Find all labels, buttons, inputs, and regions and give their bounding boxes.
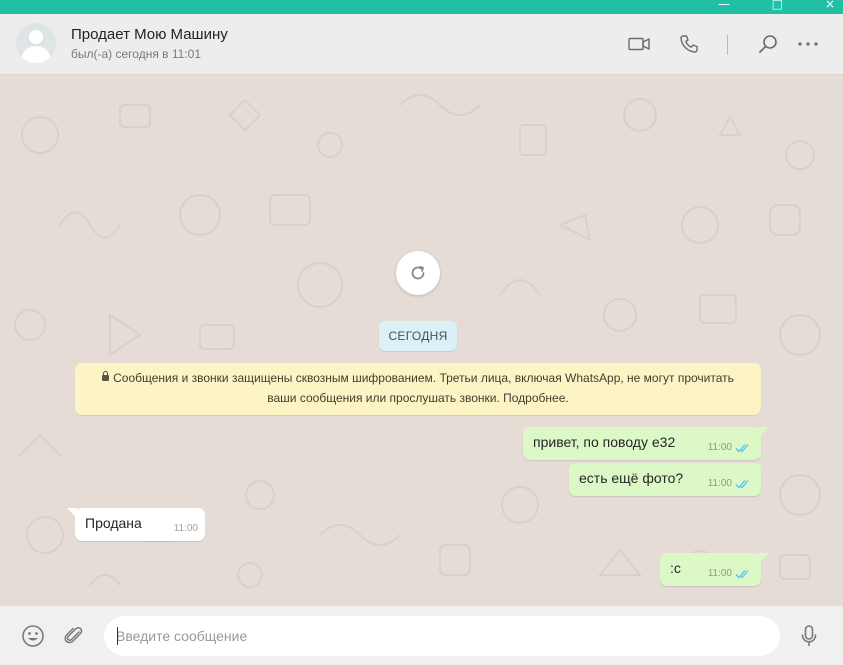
message-time: 11:00 [173, 523, 198, 534]
bubble-tail [759, 427, 769, 437]
lock-icon [102, 371, 110, 381]
message-bubble-outgoing[interactable]: есть ещё фото? 11:00 [569, 463, 761, 496]
chat-header[interactable]: Продает Мою Машину был(-а) сегодня в 11:… [0, 14, 843, 75]
contact-name[interactable]: Продает Мою Машину [71, 26, 228, 43]
avatar[interactable] [16, 23, 56, 63]
encryption-notice[interactable]: Сообщения и звонки защищены сквозным шиф… [75, 363, 761, 415]
message-bubble-outgoing[interactable]: привет, по поводу е32 11:00 [523, 427, 769, 460]
window-title-bar: — □ × [0, 0, 843, 14]
double-check-read-icon [735, 443, 749, 452]
message-time: 11:00 [707, 442, 732, 453]
close-window-button[interactable]: × [825, 0, 835, 11]
message-input[interactable] [104, 616, 780, 656]
voice-call-icon[interactable] [677, 32, 701, 56]
bubble-tail [67, 508, 77, 518]
encryption-notice-line1: Сообщения и звонки защищены сквозным шиф… [113, 371, 734, 385]
text-cursor [117, 627, 118, 645]
avatar-body-shape [22, 46, 50, 63]
avatar-head-shape [29, 30, 43, 44]
video-call-icon[interactable] [627, 32, 651, 56]
menu-icon[interactable] [796, 32, 820, 56]
search-icon[interactable] [756, 32, 780, 56]
header-divider [727, 35, 728, 55]
maximize-button[interactable]: □ [772, 0, 783, 11]
message-bubble-outgoing[interactable]: :c 11:00 [660, 553, 769, 586]
composer-bar [0, 606, 843, 665]
attach-paperclip-icon[interactable] [61, 623, 87, 649]
message-meta: 11:00 [708, 478, 751, 489]
message-text: Продана [85, 515, 142, 531]
date-separator: СЕГОДНЯ [379, 321, 457, 351]
message-bubble-incoming[interactable]: Продана 11:00 [67, 508, 205, 541]
window-controls: — □ × [680, 0, 835, 11]
message-time: 11:00 [707, 478, 732, 489]
message-text: есть ещё фото? [579, 470, 684, 486]
message-meta: 11:00 [708, 442, 751, 453]
reload-history-button[interactable] [396, 251, 440, 295]
message-time: 11:00 [707, 568, 732, 579]
conversation-panel[interactable]: СЕГОДНЯ Сообщения и звонки защищены скво… [0, 75, 843, 606]
message-text: :c [670, 560, 681, 576]
minimize-button[interactable]: — [718, 0, 730, 11]
last-seen-status: был(-а) сегодня в 11:01 [71, 47, 202, 61]
double-check-read-icon [735, 479, 749, 488]
refresh-icon [411, 266, 425, 280]
microphone-icon[interactable] [796, 623, 822, 649]
bubble-tail [759, 553, 769, 563]
emoji-icon[interactable] [20, 623, 46, 649]
double-check-read-icon [735, 569, 749, 578]
message-meta: 11:00 [708, 568, 751, 579]
message-text: привет, по поводу е32 [533, 434, 676, 450]
encryption-notice-line2: ваши сообщения или прослушать звонки. По… [267, 391, 569, 405]
